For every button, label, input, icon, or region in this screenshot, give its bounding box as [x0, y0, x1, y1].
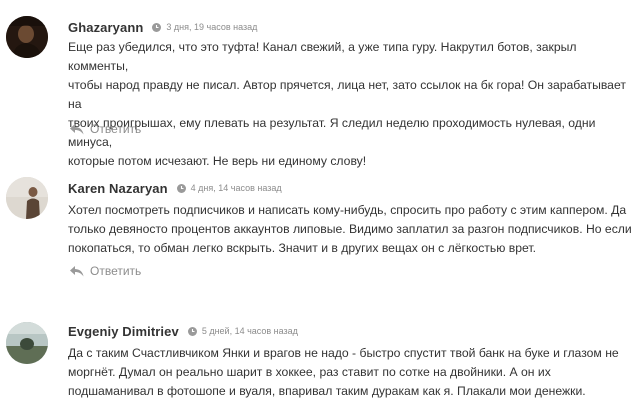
- comment-text-line: твоих проигрышах, ему плевать на результ…: [68, 116, 596, 149]
- comment-date: 5 дней, 14 часов назад: [201, 326, 298, 336]
- comment-text: Еще раз убедился, что это туфта! Канал с…: [68, 38, 634, 171]
- comment-text-line: Хотел посмотреть подписчиков и написать …: [68, 203, 627, 217]
- reply-label: Ответить: [90, 264, 142, 278]
- reply-label: Ответить: [90, 122, 142, 136]
- comment-text-line: Еще раз убедился, что это туфта! Канал с…: [68, 40, 577, 73]
- avatar[interactable]: [6, 16, 48, 58]
- avatar-photo: [6, 322, 48, 364]
- reply-button[interactable]: Ответить: [70, 263, 141, 279]
- comment-text-line: Да с таким Счастливчиком Янки и врагов н…: [68, 346, 619, 360]
- comment-author[interactable]: Karen Nazaryan: [68, 181, 168, 196]
- reply-button[interactable]: Ответить: [70, 121, 141, 137]
- comment-text: Да с таким Счастливчиком Янки и врагов н…: [68, 344, 634, 401]
- comment-date: 3 дня, 19 часов назад: [166, 22, 258, 32]
- avatar[interactable]: [6, 322, 48, 364]
- comment-text-line: подшаманивал в фотошопе и вуаля, впарива…: [68, 384, 586, 398]
- clock-icon: [187, 326, 197, 336]
- clock-icon: [176, 183, 186, 193]
- reply-arrow-icon: [70, 265, 84, 276]
- comment-author[interactable]: Evgeniy Dimitriev: [68, 324, 179, 339]
- clock-icon: [152, 22, 162, 32]
- comment-text-line: чтобы народ правду не писал. Автор пряче…: [68, 78, 626, 111]
- comment-date: 4 дня, 14 часов назад: [190, 183, 282, 193]
- comment-text-line: только девяносто процентов аккаунтов лип…: [68, 222, 632, 236]
- avatar-photo: [6, 177, 48, 219]
- comment-text-line: моргнёт. Думал он реально шарит в хоккее…: [68, 365, 551, 379]
- comment-meta: Evgeniy Dimitriev 5 дней, 14 часов назад: [68, 322, 298, 340]
- avatar[interactable]: [6, 177, 48, 219]
- comment-meta: Karen Nazaryan 4 дня, 14 часов назад: [68, 179, 282, 197]
- comment-meta: Ghazaryann 3 дня, 19 часов назад: [68, 18, 257, 36]
- comment-author[interactable]: Ghazaryann: [68, 20, 143, 35]
- avatar-photo: [6, 16, 48, 58]
- comment-text-line: покопаться, то обман легко вскрыть. Знач…: [68, 241, 536, 255]
- reply-arrow-icon: [70, 123, 84, 134]
- comment-text-line: которые потом исчезают. Не верь ни едино…: [68, 154, 367, 168]
- comment-text: Хотел посмотреть подписчиков и написать …: [68, 201, 634, 258]
